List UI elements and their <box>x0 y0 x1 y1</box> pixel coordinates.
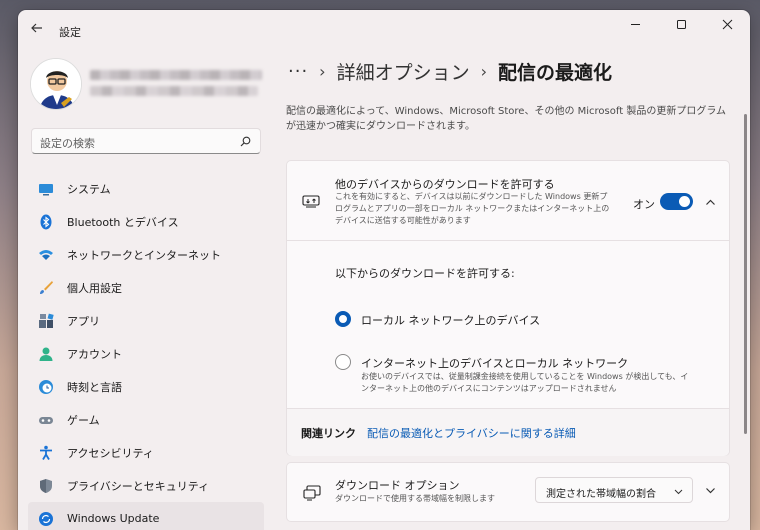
allow-downloads-title: 他のデバイスからのダウンロードを許可する <box>335 178 555 191</box>
sidebar-item-label: ゲーム <box>67 413 100 427</box>
collapse-button[interactable] <box>701 193 719 211</box>
close-icon <box>722 19 732 29</box>
radio-label: ローカル ネットワーク上のデバイス <box>361 314 541 327</box>
update-icon <box>38 511 54 527</box>
sidebar-item-label: Bluetooth とデバイス <box>67 215 179 229</box>
sidebar-item-label: システム <box>67 182 111 196</box>
bandwidth-mode-value: 測定された帯域幅の割合 <box>546 489 656 500</box>
sidebar-item-apps[interactable]: アプリ <box>28 304 264 337</box>
chevron-down-icon <box>705 487 715 493</box>
breadcrumb: ··· › 詳細オプション › 配信の最適化 <box>288 58 612 85</box>
avatar[interactable] <box>30 58 82 110</box>
allow-downloads-description: これを有効にすると、デバイスは以前にダウンロードした Windows 更新プログ… <box>335 192 610 225</box>
minimize-button[interactable] <box>612 10 658 38</box>
app-title: 設定 <box>59 26 81 39</box>
sidebar-item-label: プライバシーとセキュリティ <box>67 479 210 493</box>
radio-label: インターネット上のデバイスとローカル ネットワーク <box>361 357 629 370</box>
sidebar-item-label: 個人用設定 <box>67 281 122 295</box>
sidebar-item-privacy-security[interactable]: プライバシーとセキュリティ <box>28 469 264 502</box>
toggle-state-label: オン <box>633 198 655 211</box>
sidebar-item-accounts[interactable]: アカウント <box>28 337 264 370</box>
monitor-icon <box>38 181 54 197</box>
back-button[interactable] <box>28 21 46 39</box>
maximize-icon <box>676 19 686 29</box>
search-icon[interactable] <box>240 136 251 147</box>
sidebar-item-label: 時刻と言語 <box>67 380 122 394</box>
download-options-card[interactable]: ダウンロード オプション ダウンロードで使用する帯域幅を制限します 測定された帯… <box>286 462 730 522</box>
allow-downloads-toggle[interactable] <box>660 193 693 210</box>
sidebar-item-windows-update[interactable]: Windows Update <box>28 502 264 530</box>
radio-description: お使いのデバイスでは、従量制課金接続を使用していることを Windows が検出… <box>361 372 689 393</box>
scrollbar-thumb[interactable] <box>744 114 747 434</box>
search-placeholder: 設定の検索 <box>40 137 95 150</box>
sidebar-nav: システム Bluetooth とデバイス ネットワークとインターネット 個人用設… <box>28 172 264 530</box>
delivery-optimization-icon <box>302 195 320 208</box>
sidebar-item-system[interactable]: システム <box>28 172 264 205</box>
sidebar-item-label: ネットワークとインターネット <box>67 248 221 262</box>
sidebar-item-label: アプリ <box>67 314 100 328</box>
sidebar-item-gaming[interactable]: ゲーム <box>28 403 264 436</box>
shield-icon <box>38 478 54 494</box>
chevron-up-icon <box>705 199 715 205</box>
arrow-left-icon <box>31 23 42 33</box>
allow-downloads-card: 他のデバイスからのダウンロードを許可する これを有効にすると、デバイスは以前にダ… <box>286 160 730 456</box>
bluetooth-icon <box>38 214 54 230</box>
title-bar: 設定 <box>18 10 750 50</box>
close-button[interactable] <box>704 10 750 38</box>
sidebar-item-time-language[interactable]: 時刻と言語 <box>28 370 264 403</box>
bandwidth-mode-select[interactable]: 測定された帯域幅の割合 <box>535 477 693 503</box>
globe-clock-icon <box>38 379 54 395</box>
apps-icon <box>38 313 54 329</box>
sidebar-item-label: Windows Update <box>67 512 160 525</box>
search-input[interactable]: 設定の検索 <box>31 128 261 154</box>
sidebar-item-network[interactable]: ネットワークとインターネット <box>28 238 264 271</box>
privacy-details-link[interactable]: 配信の最適化とプライバシーに関する詳細 <box>367 425 576 441</box>
avatar-image <box>31 59 81 109</box>
profile-name-blurred <box>90 70 262 80</box>
breadcrumb-more-button[interactable]: ··· <box>288 61 308 82</box>
page-title: 配信の最適化 <box>498 62 613 84</box>
sidebar-item-label: アカウント <box>67 347 122 361</box>
sidebar-item-personalization[interactable]: 個人用設定 <box>28 271 264 304</box>
radio-button-checked[interactable] <box>335 311 351 327</box>
sidebar-item-accessibility[interactable]: アクセシビリティ <box>28 436 264 469</box>
radio-button-unchecked[interactable] <box>335 354 351 370</box>
wifi-icon <box>38 247 54 263</box>
profile-email-blurred <box>90 86 258 96</box>
download-options-title: ダウンロード オプション <box>335 479 460 492</box>
breadcrumb-advanced-options[interactable]: 詳細オプション <box>337 58 470 85</box>
person-icon <box>38 346 54 362</box>
sidebar-item-bluetooth[interactable]: Bluetooth とデバイス <box>28 205 264 238</box>
brush-icon <box>38 280 54 296</box>
breadcrumb-separator: › <box>480 62 487 81</box>
download-options-icon <box>303 485 321 501</box>
minimize-icon <box>630 23 640 25</box>
allow-downloads-header[interactable]: 他のデバイスからのダウンロードを許可する これを有効にすると、デバイスは以前にダ… <box>287 161 729 241</box>
settings-window: 設定 設定の検索 システム Bluetooth とデバイス ネットワークとインタ… <box>18 10 750 530</box>
window-controls <box>612 10 750 38</box>
page-description: 配信の最適化によって、Windows、Microsoft Store、その他の … <box>286 106 727 132</box>
maximize-button[interactable] <box>658 10 704 38</box>
sidebar-item-label: アクセシビリティ <box>67 446 154 460</box>
expand-button[interactable] <box>701 481 719 499</box>
breadcrumb-separator: › <box>319 62 326 81</box>
related-links-label: 関連リンク <box>301 427 356 440</box>
allow-from-label: 以下からのダウンロードを許可する: <box>335 267 515 280</box>
accessibility-icon <box>38 445 54 461</box>
gamepad-icon <box>38 412 54 428</box>
chevron-down-icon <box>674 489 683 495</box>
download-options-description: ダウンロードで使用する帯域幅を制限します <box>335 494 495 503</box>
related-links: 関連リンク 配信の最適化とプライバシーに関する詳細 <box>287 408 729 456</box>
